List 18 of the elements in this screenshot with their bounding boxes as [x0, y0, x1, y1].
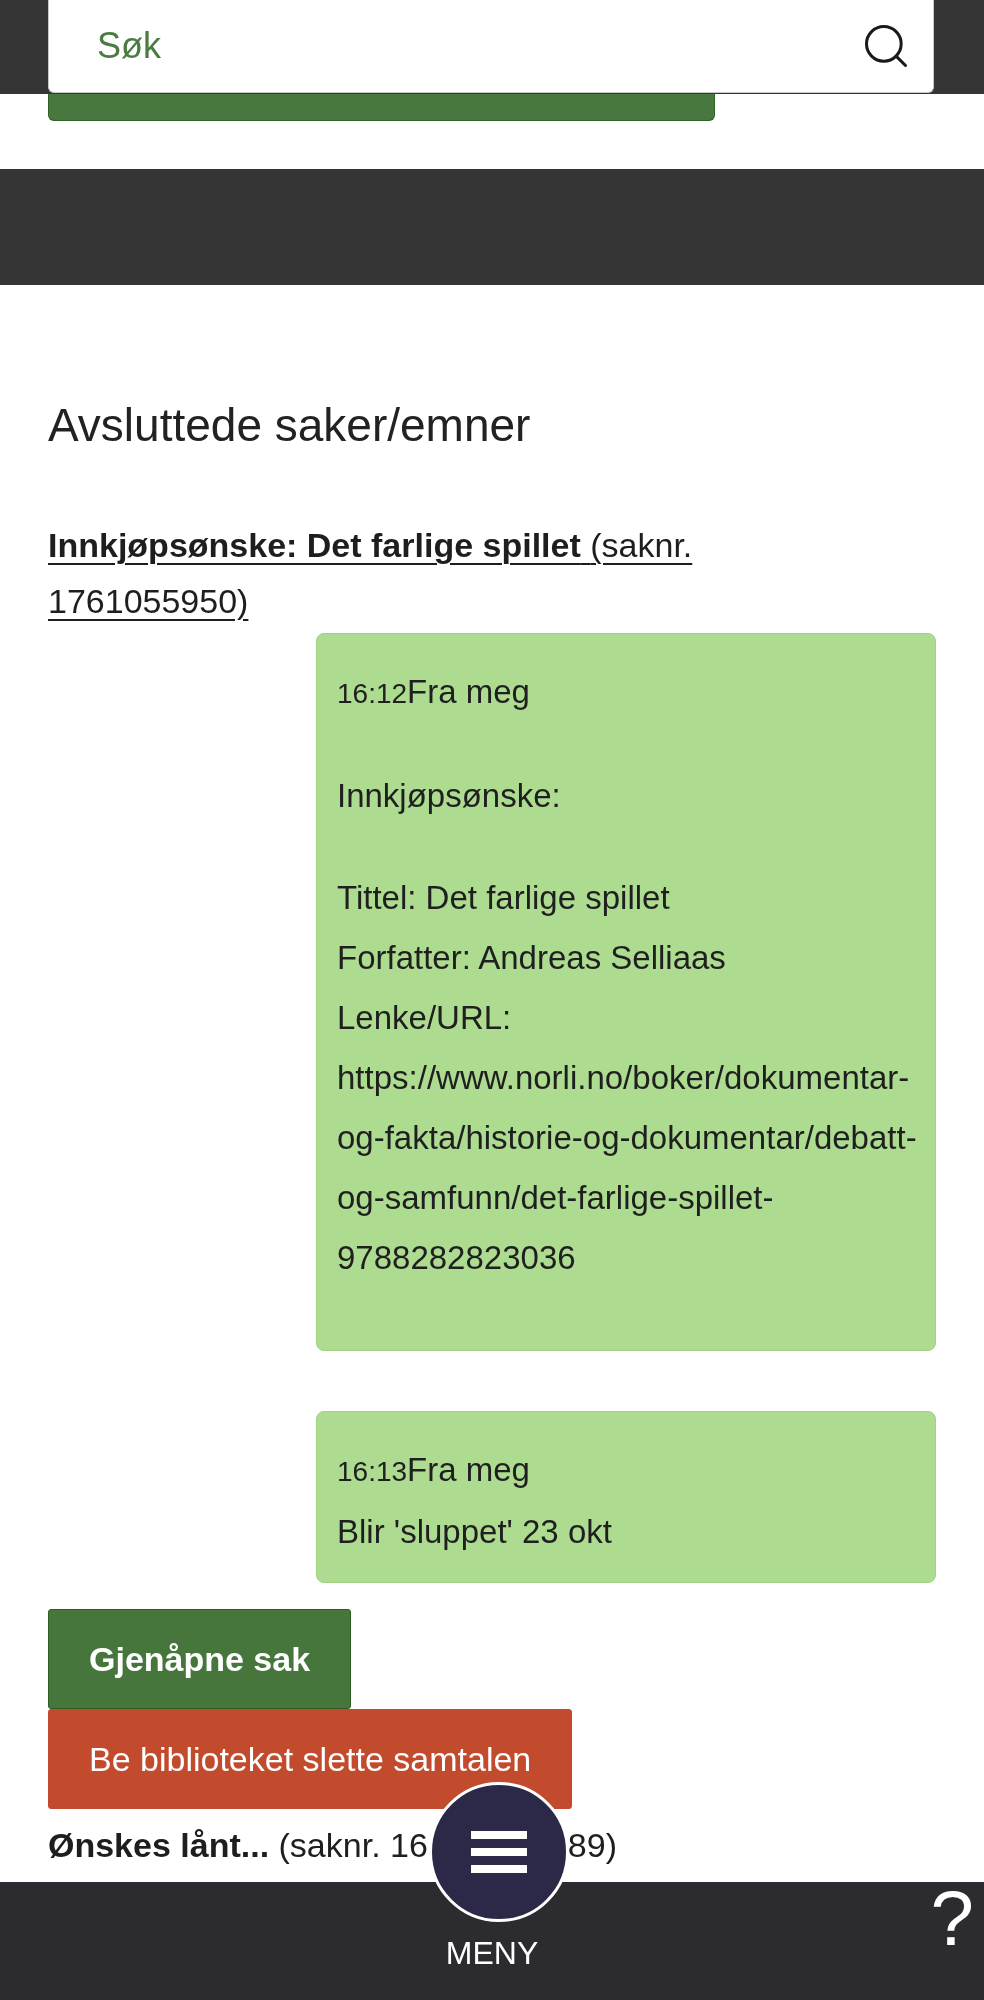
message-text: Blir 'sluppet' 23 okt [337, 1512, 612, 1552]
help-button[interactable]: ? [930, 1878, 974, 1958]
message-sender: Fra meg [407, 672, 530, 712]
search-field[interactable]: Søk [48, 0, 934, 93]
message-time: 16:13 [337, 1455, 408, 1489]
delete-conversation-button[interactable]: Be biblioteket slette samtalen [48, 1709, 573, 1809]
message-text: Lenke/URL: https://www.norli.no/boker/dokumentar-og-fakta/historie-og-dokumentar/debatt-og-samfunn/det-farlige-spillet-9788282823036 [337, 998, 918, 1278]
case-link[interactable]: Innkjøpsønske: Det farlige spillet (saknr. 1761055950) [48, 517, 808, 629]
message-text: Forfatter: Andreas Selliaas [337, 938, 726, 978]
message-text: Tittel: Det farlige spillet [337, 878, 670, 918]
message-time: 16:12 [337, 677, 408, 711]
case-link[interactable]: Ønskes lånt... (saknr. 16 89) [48, 1817, 808, 1873]
menu-label[interactable]: MENY [445, 1934, 539, 1972]
message-text: Innkjøpsønske: [337, 776, 561, 816]
menu-icon [471, 1831, 527, 1873]
message-sender: Fra meg [407, 1450, 530, 1490]
section-title: Avsluttede saker/emner [48, 398, 532, 453]
reopen-case-button[interactable]: Gjenåpne sak [48, 1609, 352, 1709]
